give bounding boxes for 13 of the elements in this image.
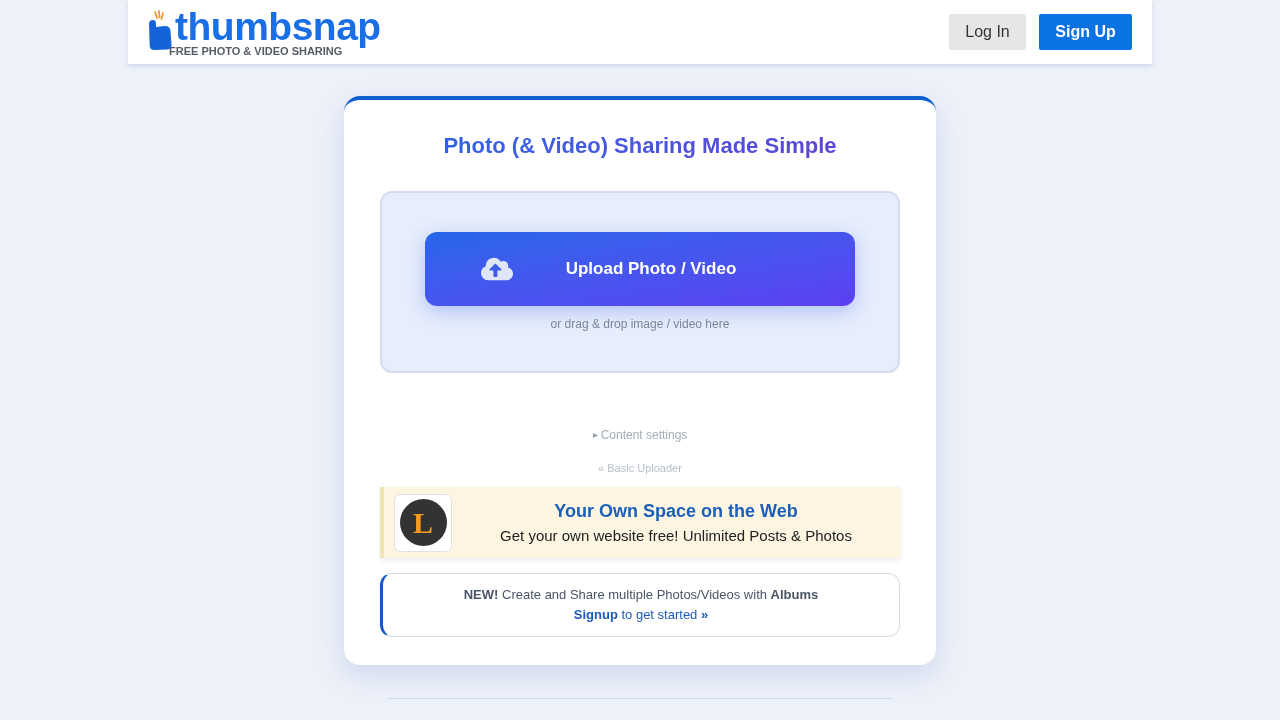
signup-link[interactable]: Signup to get started »	[573, 605, 709, 625]
brand-tagline: FREE PHOTO & VIDEO SHARING	[169, 45, 343, 58]
drop-hint: or drag & drop image / video here	[550, 316, 730, 332]
cloud-upload-icon	[481, 256, 513, 282]
letter-logo: L	[399, 499, 447, 546]
sign-up-button[interactable]: Sign Up	[1039, 14, 1132, 50]
promo-banner[interactable]: L Your Own Space on the Web Get your own website free! Unlimited Posts & Photos	[380, 487, 900, 558]
promo-subtitle: Get your own website free! Unlimited Posts & Photos	[500, 525, 852, 546]
notice-text: NEW! Create and Share multiple Photos/Videos with Albums	[463, 586, 819, 604]
upload-button[interactable]: Upload Photo / Video	[425, 232, 855, 306]
log-in-button[interactable]: Log In	[949, 14, 1026, 50]
drop-zone[interactable]: Upload Photo / Video or drag & drop image / video here	[380, 191, 900, 373]
promo-title: Your Own Space on the Web	[554, 499, 798, 522]
